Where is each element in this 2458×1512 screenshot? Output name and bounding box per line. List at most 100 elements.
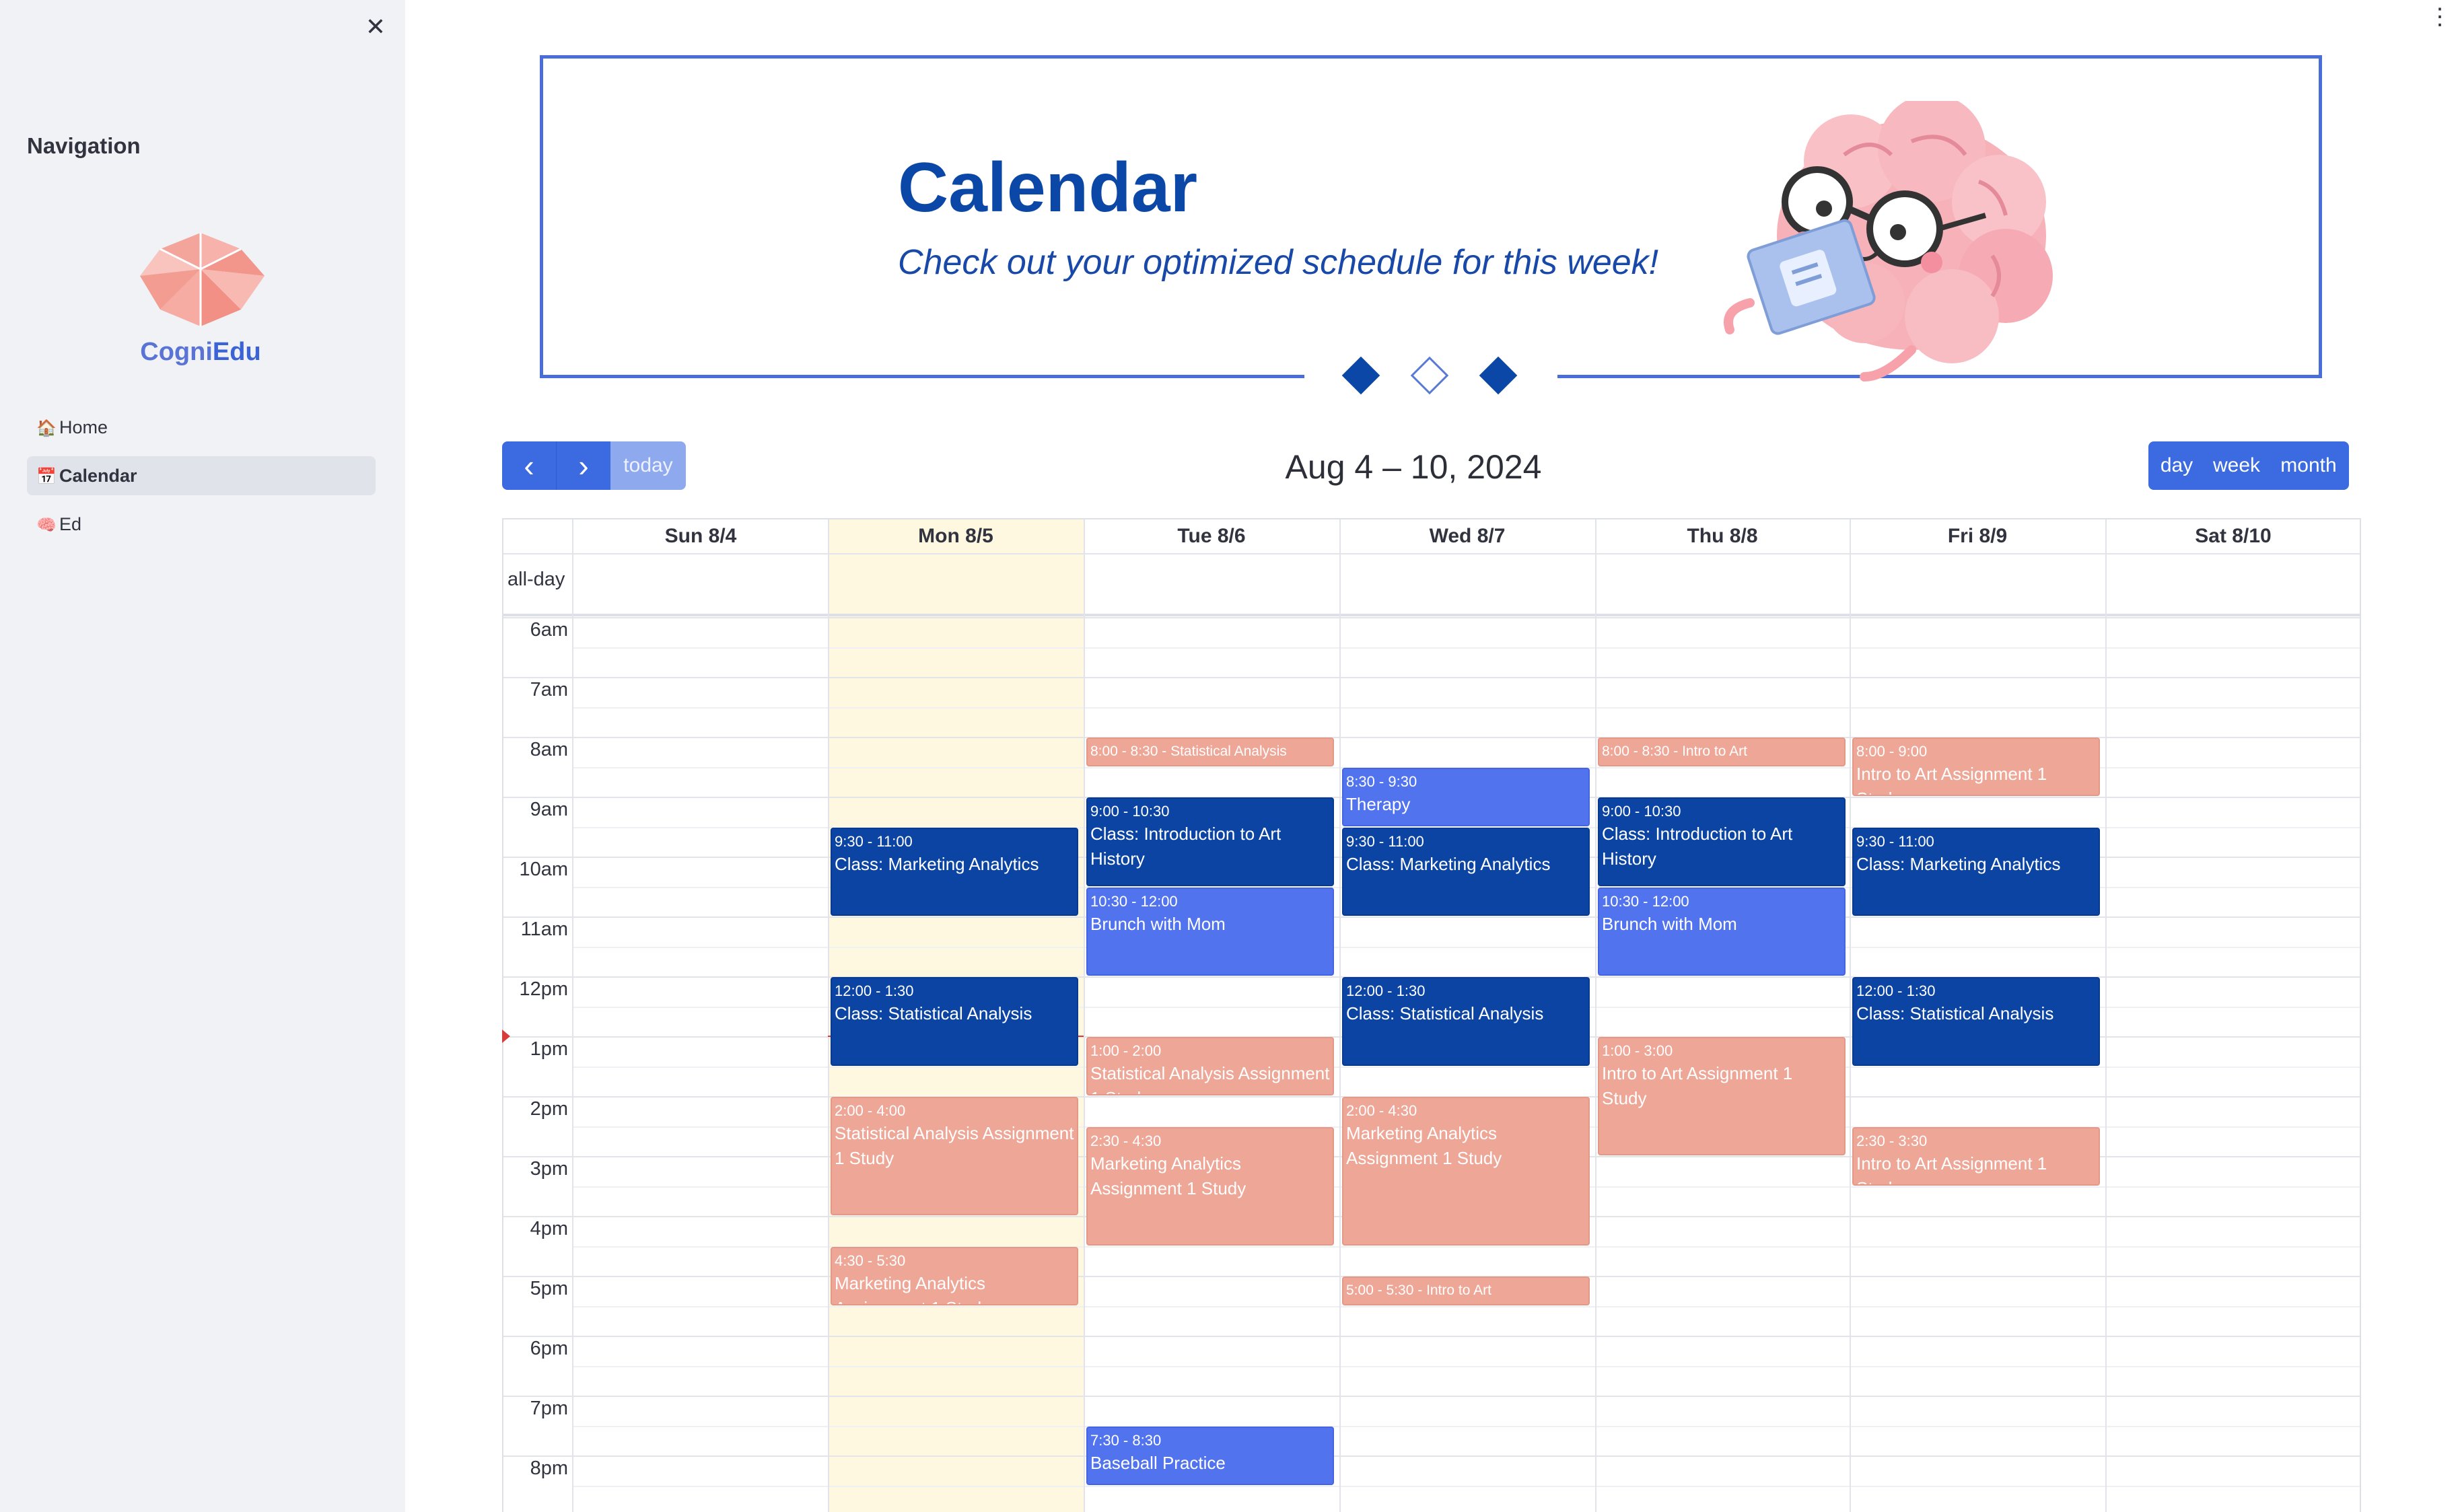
sidebar-item-label: Calendar [59,466,137,486]
day-header: Fri 8/9 [1947,525,2008,547]
today-button[interactable]: today [610,441,686,490]
sidebar-item-label: Ed [59,514,82,534]
event-title: Intro to Art Assignment 1 Study [1856,1153,2047,1184]
hour-label: 7am [530,679,568,700]
hour-label: 1pm [530,1038,568,1060]
view-week-button[interactable]: week [2205,441,2268,490]
hour-label: 5pm [530,1278,568,1299]
all-day-label: all-day [507,569,565,590]
main-menu-icon[interactable]: ⋮ [2428,5,2451,28]
hour-label: 8pm [530,1457,568,1479]
event-time: 9:00 - 10:30 [1602,803,1681,820]
half-hour-line [573,946,2360,948]
event-summary: 8:00 - 8:30 - Intro to Art [1602,744,1747,759]
view-day-button[interactable]: day [2148,441,2205,490]
calendar-icon: 📅 [36,468,57,486]
event-title: Intro to Art Assignment 1 Study [1602,1063,1793,1108]
calendar-event[interactable]: 4:30 - 5:30 Marketing Analytics Assignmen… [831,1246,1078,1305]
calendar-event[interactable]: 10:30 - 12:00 Brunch with Mom [1598,887,1846,976]
event-title: Class: Introduction to Art History [1602,824,1793,869]
chevron-left-icon: ‹ [524,448,534,483]
day-header: Tue 8/6 [1177,525,1246,547]
calendar-event[interactable]: 8:00 - 8:30 - Statistical Analysis [1086,737,1334,766]
sidebar-item-ed[interactable]: 🧠 Ed [27,505,376,544]
calendar-event[interactable]: 8:30 - 9:30 Therapy [1342,767,1590,826]
event-title: Statistical Analysis Assignment 1 Study [1090,1063,1330,1094]
event-title: Brunch with Mom [1602,913,1737,934]
calendar-event[interactable]: 8:00 - 9:00 Intro to Art Assignment 1 Stu… [1852,737,2100,796]
hour-line [503,1455,2360,1457]
event-time: 9:30 - 11:00 [1856,832,1934,850]
banner-subtitle: Check out your optimized schedule for th… [898,243,1659,282]
event-time: 2:30 - 4:30 [1090,1132,1162,1149]
event-time: 10:30 - 12:00 [1090,892,1178,910]
calendar-event[interactable]: 9:30 - 11:00 Class: Marketing Analytics [831,827,1078,916]
half-hour-line [573,1305,2360,1307]
calendar-event[interactable]: 12:00 - 1:30 Class: Statistical Analysis [1852,977,2100,1066]
calendar-event[interactable]: 2:00 - 4:00 Statistical Analysis Assignme… [831,1097,1078,1215]
hour-label: 6pm [530,1338,568,1359]
event-time: 9:30 - 11:00 [835,832,913,850]
calendar-event[interactable]: 9:30 - 11:00 Class: Marketing Analytics [1342,827,1590,916]
sidebar-item-home[interactable]: 🏠 Home [27,408,376,447]
day-header: Thu 8/8 [1687,525,1758,547]
sidebar-title: Navigation [27,133,141,158]
view-switcher: day week month [2148,441,2349,490]
day-header: Sun 8/4 [664,525,737,547]
calendar-event[interactable]: 1:00 - 3:00 Intro to Art Assignment 1 Stu… [1598,1037,1846,1155]
nav-button-group: ‹ › today [502,441,686,490]
event-title: Baseball Practice [1090,1452,1226,1473]
event-time: 9:30 - 11:00 [1346,832,1424,850]
event-title: Class: Marketing Analytics [1856,853,2061,874]
hour-label: 4pm [530,1218,568,1239]
calendar-event[interactable]: 2:30 - 4:30 Marketing Analytics Assignmen… [1086,1126,1334,1246]
half-hour-line [573,707,2360,709]
day-column-divider [828,519,829,1512]
allday-divider [503,614,2360,616]
event-title: Therapy [1346,793,1411,814]
calendar-event[interactable]: 5:00 - 5:30 - Intro to Art [1342,1276,1590,1305]
brain-icon: 🧠 [36,516,57,534]
day-column-divider [1084,519,1085,1512]
cogniedu-logo-icon [140,233,265,326]
event-time: 2:00 - 4:00 [835,1102,906,1119]
half-hour-line [573,1425,2360,1427]
event-title: Marketing Analytics Assignment 1 Study [835,1272,990,1304]
calendar-event[interactable]: 9:30 - 11:00 Class: Marketing Analytics [1852,827,2100,916]
event-title: Class: Statistical Analysis [835,1003,1032,1023]
banner-title: Calendar [898,149,1198,227]
now-indicator-arrow-icon [502,1030,510,1043]
calendar-event[interactable]: 7:30 - 8:30 Baseball Practice [1086,1426,1334,1485]
event-title: Intro to Art Assignment 1 Study [1856,764,2047,795]
close-sidebar-icon[interactable]: ✕ [363,15,388,39]
prev-week-button[interactable]: ‹ [502,441,556,490]
day-column-divider [1850,519,1851,1512]
sidebar-item-label: Home [59,417,108,437]
calendar-event[interactable]: 2:00 - 4:30 Marketing Analytics Assignmen… [1342,1097,1590,1246]
event-time: 10:30 - 12:00 [1602,892,1689,910]
date-range-title: Aug 4 – 10, 2024 [1285,448,1542,486]
calendar-event[interactable]: 9:00 - 10:30 Class: Introduction to Art H… [1086,797,1334,886]
hour-line [503,677,2360,678]
calendar-event[interactable]: 8:00 - 8:30 - Intro to Art [1598,737,1846,766]
calendar-event[interactable]: 12:00 - 1:30 Class: Statistical Analysis [831,977,1078,1066]
day-header: Sat 8/10 [2195,525,2272,547]
next-week-button[interactable]: › [556,441,610,490]
hour-label: 2pm [530,1098,568,1120]
calendar-event[interactable]: 10:30 - 12:00 Brunch with Mom [1086,887,1334,976]
event-time: 12:00 - 1:30 [1856,982,1936,999]
calendar-event[interactable]: 2:30 - 3:30 Intro to Art Assignment 1 Stu… [1852,1126,2100,1186]
calendar-event[interactable]: 9:00 - 10:30 Class: Introduction to Art H… [1598,797,1846,886]
calendar-event[interactable]: 1:00 - 2:00 Statistical Analysis Assignme… [1086,1037,1334,1095]
sidebar-item-calendar[interactable]: 📅 Calendar [27,456,376,495]
view-month-button[interactable]: month [2268,441,2349,490]
hour-label: 7pm [530,1398,568,1419]
hour-label: 8am [530,739,568,760]
calendar-event[interactable]: 12:00 - 1:30 Class: Statistical Analysis [1342,977,1590,1066]
chevron-right-icon: › [578,448,589,483]
day-column-divider [1595,519,1596,1512]
event-time: 8:00 - 9:00 [1856,743,1928,760]
logo-wordmark: CogniEdu [140,338,261,366]
day-column-divider [1339,519,1341,1512]
hour-label: 9am [530,799,568,820]
